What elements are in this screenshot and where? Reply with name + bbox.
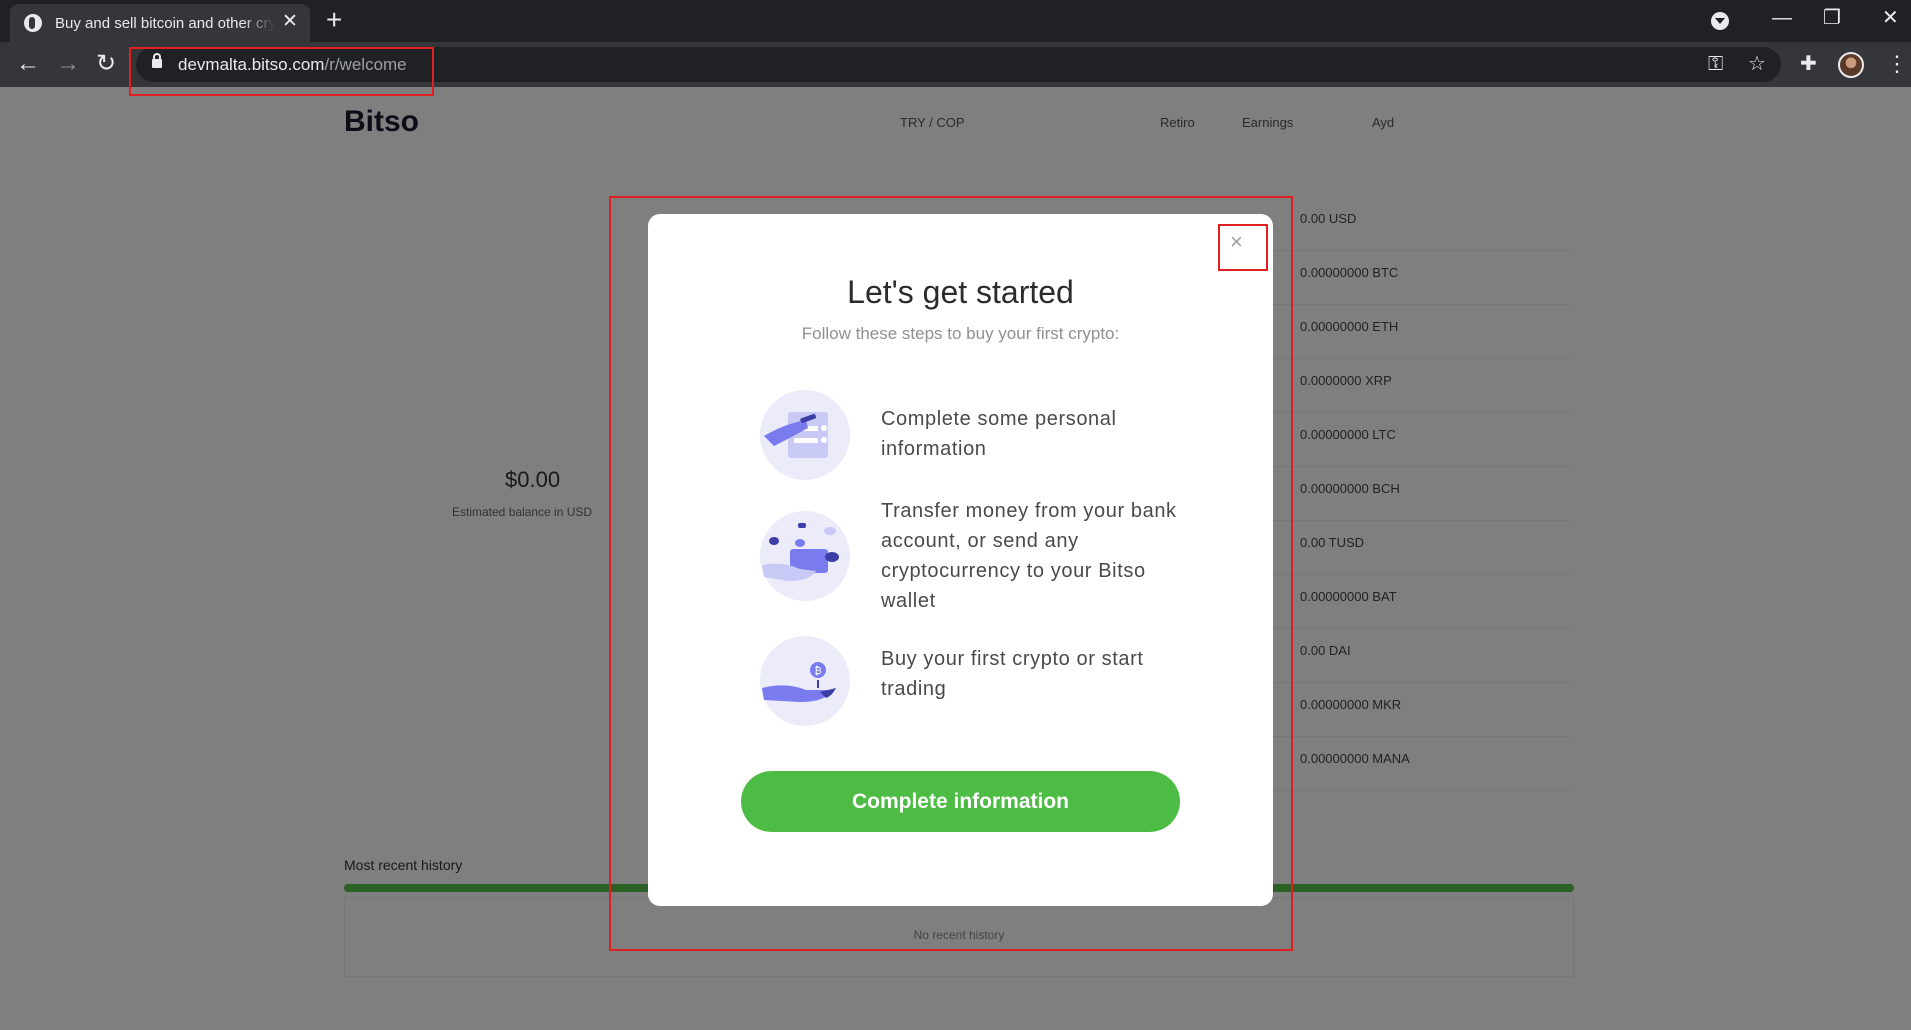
personal-info-icon [760, 390, 850, 480]
new-tab-button[interactable]: + [326, 6, 342, 34]
tab-title: Buy and sell bitcoin and other cryptocur… [55, 15, 275, 32]
browser-tab[interactable]: Buy and sell bitcoin and other cryptocur… [10, 4, 310, 42]
modal-subtitle: Follow these steps to buy your first cry… [801, 324, 1120, 343]
star-icon[interactable]: ☆ [1748, 52, 1766, 76]
avatar[interactable] [1838, 52, 1864, 78]
menu-icon[interactable]: ⋮ [1886, 52, 1908, 76]
svg-text:₿: ₿ [814, 665, 821, 677]
puzzle-icon[interactable]: ✚ [1800, 52, 1817, 76]
step-3-text: Buy your first crypto or start trading [881, 648, 1144, 700]
maximize-icon[interactable]: ❐ [1823, 6, 1841, 30]
url-highlight-frame [129, 47, 434, 96]
complete-information-button[interactable]: Complete information [741, 771, 1180, 832]
back-icon[interactable]: ← [16, 50, 40, 78]
transfer-money-icon [760, 511, 850, 601]
forward-icon[interactable]: → [56, 50, 80, 78]
browser-tab-bar: Buy and sell bitcoin and other cryptocur… [0, 0, 1911, 42]
bitso-favicon-icon [24, 14, 42, 32]
close-highlight-frame [1218, 224, 1268, 271]
step-1-text: Complete some personal information [881, 408, 1117, 460]
tab-close-icon[interactable]: ✕ [282, 12, 298, 32]
step-2-text: Transfer money from your bank account, o… [881, 500, 1177, 612]
key-icon[interactable]: ⚿ [1708, 52, 1723, 76]
modal-title: Let's get started [847, 274, 1074, 310]
reload-icon[interactable]: ↻ [96, 50, 116, 78]
close-window-icon[interactable]: ✕ [1882, 6, 1899, 30]
profile-menu-icon[interactable] [1711, 12, 1729, 30]
welcome-modal: × Let's get started Follow these steps t… [648, 214, 1273, 906]
minimize-icon[interactable]: — [1772, 6, 1792, 30]
buy-crypto-icon: ₿ [760, 636, 850, 726]
